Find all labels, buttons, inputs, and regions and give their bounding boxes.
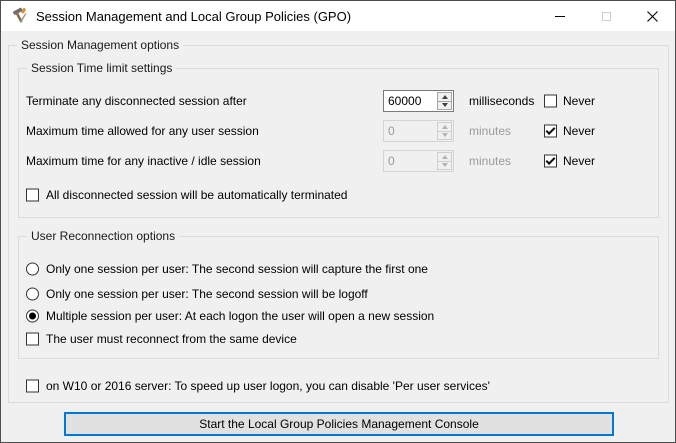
minutes-unit-label: minutes bbox=[469, 124, 512, 138]
row-terminate-disconnected: Terminate any disconnected session after… bbox=[1, 90, 675, 112]
arrow-up-icon bbox=[441, 154, 448, 159]
arrow-down-icon bbox=[441, 103, 448, 108]
radio-logoff-second-label: Only one session per user: The second se… bbox=[46, 287, 368, 301]
terminate-disconnected-spinner bbox=[383, 90, 454, 112]
window-title: Session Management and Local Group Polic… bbox=[36, 8, 352, 24]
maximize-button bbox=[583, 1, 629, 31]
row-option-capture-first: Only one session per user: The second se… bbox=[1, 262, 675, 276]
row-max-user-session: Maximum time allowed for any user sessio… bbox=[1, 120, 675, 142]
w10-per-user-services-checkbox[interactable] bbox=[26, 379, 39, 393]
arrow-down-icon bbox=[441, 133, 448, 138]
group-session-management-label: Session Management options bbox=[17, 38, 184, 52]
row-option-multiple-sessions: Multiple session per user: At each logon… bbox=[1, 309, 675, 323]
auto-terminate-checkbox[interactable] bbox=[26, 188, 39, 202]
radio-logoff-second-session[interactable] bbox=[26, 287, 39, 301]
max-idle-session-label: Maximum time for any inactive / idle ses… bbox=[26, 154, 261, 168]
radio-capture-first-label: Only one session per user: The second se… bbox=[46, 262, 428, 276]
row-option-same-device: The user must reconnect from the same de… bbox=[1, 332, 675, 346]
never-label: Never bbox=[563, 124, 596, 138]
never-label: Never bbox=[563, 154, 596, 168]
spinner-buttons bbox=[437, 121, 453, 141]
close-button[interactable] bbox=[629, 1, 675, 31]
spinner-buttons bbox=[437, 151, 453, 171]
never-checkbox-idle-session[interactable] bbox=[544, 154, 557, 168]
group-user-reconnection-label: User Reconnection options bbox=[27, 229, 180, 243]
terminate-disconnected-label: Terminate any disconnected session after bbox=[26, 94, 247, 108]
radio-capture-first-session[interactable] bbox=[26, 262, 39, 276]
row-max-idle-session: Maximum time for any inactive / idle ses… bbox=[1, 150, 675, 172]
caption-buttons bbox=[537, 1, 675, 31]
start-gpo-console-button[interactable]: Start the Local Group Policies Managemen… bbox=[64, 412, 614, 436]
minimize-icon bbox=[555, 15, 565, 17]
milliseconds-unit-label: milliseconds bbox=[469, 94, 535, 108]
row-w10-per-user-services: on W10 or 2016 server: To speed up user … bbox=[1, 379, 675, 393]
titlebar: Session Management and Local Group Polic… bbox=[1, 1, 675, 31]
max-user-session-spinner bbox=[383, 120, 454, 142]
spinner-buttons bbox=[437, 91, 453, 111]
minimize-button[interactable] bbox=[537, 1, 583, 31]
spin-down-button bbox=[437, 130, 452, 140]
max-idle-session-spinner bbox=[383, 150, 454, 172]
maximize-icon bbox=[601, 11, 611, 21]
max-idle-session-input bbox=[384, 151, 434, 171]
never-checkbox-user-session[interactable] bbox=[544, 124, 557, 138]
max-user-session-input bbox=[384, 121, 434, 141]
row-auto-terminate: All disconnected session will be automat… bbox=[1, 188, 675, 202]
spin-down-button[interactable] bbox=[437, 100, 452, 110]
never-checkbox-disconnected[interactable] bbox=[544, 94, 557, 108]
same-device-label: The user must reconnect from the same de… bbox=[46, 332, 297, 346]
spin-down-button bbox=[437, 160, 452, 170]
arrow-up-icon bbox=[441, 124, 448, 129]
arrow-down-icon bbox=[441, 163, 448, 168]
max-user-session-label: Maximum time allowed for any user sessio… bbox=[26, 124, 259, 138]
dialog-window: Session Management and Local Group Polic… bbox=[0, 0, 676, 443]
radio-multiple-sessions[interactable] bbox=[26, 309, 39, 323]
terminate-disconnected-input[interactable] bbox=[384, 91, 434, 111]
never-label: Never bbox=[563, 94, 596, 108]
w10-per-user-services-label: on W10 or 2016 server: To speed up user … bbox=[46, 379, 490, 393]
row-option-logoff-second: Only one session per user: The second se… bbox=[1, 287, 675, 301]
close-icon bbox=[646, 10, 658, 22]
minutes-unit-label: minutes bbox=[469, 154, 512, 168]
group-time-limit-settings-label: Session Time limit settings bbox=[27, 61, 177, 75]
arrow-up-icon bbox=[441, 94, 448, 99]
radio-multiple-sessions-label: Multiple session per user: At each logon… bbox=[46, 309, 435, 323]
auto-terminate-label: All disconnected session will be automat… bbox=[46, 188, 348, 202]
same-device-checkbox[interactable] bbox=[26, 332, 39, 346]
app-tools-icon bbox=[10, 7, 28, 25]
